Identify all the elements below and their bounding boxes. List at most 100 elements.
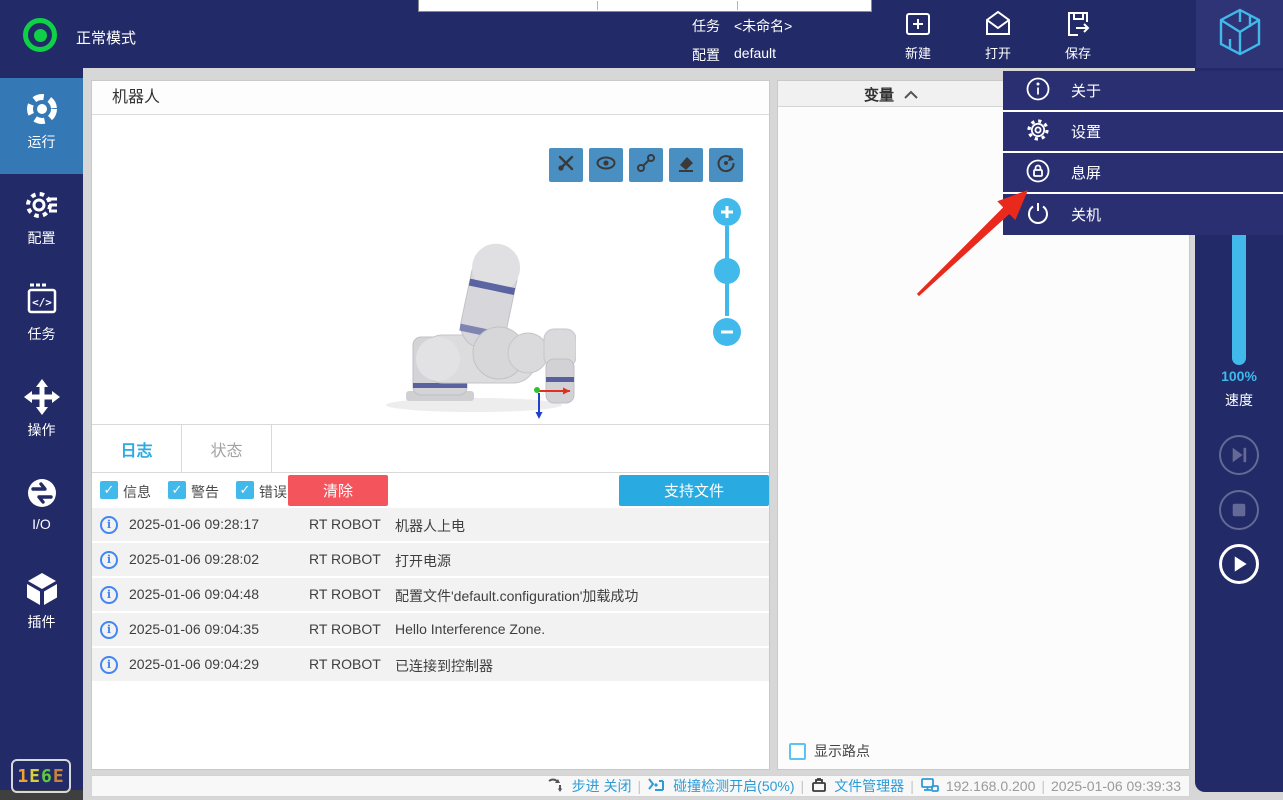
- view-button[interactable]: [589, 148, 623, 182]
- sidebar-item-label: 插件: [0, 612, 83, 632]
- io-icon: [0, 474, 83, 512]
- filter-info-checkbox[interactable]: [100, 481, 118, 499]
- info-log-icon: [100, 516, 118, 534]
- info-log-icon: [100, 621, 118, 639]
- erase-button[interactable]: [669, 148, 703, 182]
- speed-label: 速度: [1195, 390, 1283, 410]
- menu-item-about[interactable]: 关于: [1003, 71, 1283, 112]
- menu-item-settings[interactable]: 设置: [1003, 112, 1283, 153]
- top-clipped-window-edge: [418, 0, 872, 12]
- menu-item-screen-off[interactable]: 息屏: [1003, 153, 1283, 194]
- open-task-label: 打开: [966, 43, 1030, 62]
- new-task-label: 新建: [886, 43, 950, 62]
- zoom-in-button[interactable]: [713, 198, 741, 226]
- info-log-icon: [100, 656, 118, 674]
- new-file-icon: [886, 8, 950, 40]
- open-task-button[interactable]: 打开: [966, 8, 1030, 62]
- sidebar-item-config[interactable]: 配置: [0, 174, 83, 270]
- variables-title-group[interactable]: 变量: [778, 81, 1004, 107]
- show-waypoints-label: 显示路点: [814, 741, 870, 761]
- tools-button[interactable]: [549, 148, 583, 182]
- tools-icon: [556, 153, 576, 178]
- sidebar-item-io[interactable]: I/O: [0, 462, 83, 558]
- play-button[interactable]: [1219, 544, 1259, 584]
- menu-item-label: 关于: [1071, 80, 1101, 101]
- open-file-icon: [966, 8, 1030, 40]
- rotate-reset-icon: [716, 153, 736, 178]
- collision-status-text[interactable]: 碰撞检测开启(50%): [673, 776, 794, 796]
- sidebar-item-task[interactable]: </> 任务: [0, 270, 83, 366]
- badge-char: 6: [41, 766, 53, 787]
- stop-button[interactable]: [1219, 490, 1259, 530]
- app-logo-tile[interactable]: [1196, 0, 1283, 68]
- task-name-value: <未命名>: [734, 16, 792, 36]
- menu-item-label: 息屏: [1071, 162, 1101, 183]
- log-row[interactable]: 2025-01-06 09:28:17 RT ROBOT 机器人上电: [92, 508, 769, 541]
- sidebar-item-plugin[interactable]: 插件: [0, 558, 83, 654]
- save-task-label: 保存: [1046, 43, 1110, 62]
- log-message: 机器人上电: [395, 516, 465, 536]
- log-message: Hello Interference Zone.: [395, 621, 545, 637]
- separator: |: [910, 778, 914, 794]
- tab-status[interactable]: 状态: [182, 425, 272, 472]
- menu-item-label: 关机: [1071, 204, 1101, 225]
- menu-item-label: 设置: [1071, 121, 1101, 142]
- info-log-icon: [100, 586, 118, 604]
- status-code-badge: 1 E 6 E: [11, 759, 71, 793]
- log-row[interactable]: 2025-01-06 09:04:48 RT ROBOT 配置文件'defaul…: [92, 578, 769, 611]
- step-forward-button[interactable]: [1219, 435, 1259, 475]
- ip-address-text: 192.168.0.200: [946, 778, 1036, 794]
- separator: |: [1041, 778, 1045, 794]
- save-file-icon: [1046, 8, 1110, 40]
- filter-error-checkbox[interactable]: [236, 481, 254, 499]
- tab-log[interactable]: 日志: [92, 425, 182, 472]
- reset-view-button[interactable]: [709, 148, 743, 182]
- variables-title: 变量: [864, 84, 894, 105]
- log-filter-row: 信息 警告 错误 清除 支持文件: [92, 473, 769, 508]
- menu-item-shutdown[interactable]: 关机: [1003, 194, 1283, 235]
- step-status-text[interactable]: 步进 关闭: [572, 776, 632, 796]
- config-icon: [0, 186, 83, 224]
- stop-icon: [1221, 515, 1257, 532]
- sidebar-item-label: 操作: [0, 420, 83, 440]
- sidebar-item-label: 运行: [0, 132, 83, 152]
- log-time: 2025-01-06 09:04:48: [129, 586, 259, 602]
- log-time: 2025-01-06 09:28:02: [129, 551, 259, 567]
- status-bar: 步进 关闭 | 碰撞检测开启(50%) | 文件管理器 | 192.168.0.…: [91, 775, 1190, 797]
- log-row[interactable]: 2025-01-06 09:04:35 RT ROBOT Hello Inter…: [92, 613, 769, 646]
- log-row[interactable]: 2025-01-06 09:04:29 RT ROBOT 已连接到控制器: [92, 648, 769, 681]
- log-time: 2025-01-06 09:28:17: [129, 516, 259, 532]
- svg-text:</>: </>: [32, 296, 52, 309]
- run-icon: [0, 90, 83, 128]
- sidebar-item-run[interactable]: 运行: [0, 78, 83, 174]
- new-task-button[interactable]: 新建: [886, 8, 950, 62]
- log-source: RT ROBOT: [309, 586, 381, 602]
- file-manager-link[interactable]: 文件管理器: [834, 776, 904, 796]
- zoom-out-button[interactable]: [713, 318, 741, 346]
- sidebar-item-label: I/O: [0, 516, 83, 532]
- sidebar-item-label: 配置: [0, 228, 83, 248]
- robot-3d-view[interactable]: [386, 241, 576, 424]
- log-row[interactable]: 2025-01-06 09:28:02 RT ROBOT 打开电源: [92, 543, 769, 576]
- mode-label: 正常模式: [76, 27, 136, 48]
- log-time: 2025-01-06 09:04:35: [129, 621, 259, 637]
- support-file-button[interactable]: 支持文件: [619, 475, 769, 506]
- filter-info-label: 信息: [123, 482, 151, 502]
- sidebar-item-operate[interactable]: 操作: [0, 366, 83, 462]
- filter-warning-checkbox[interactable]: [168, 481, 186, 499]
- eye-icon: [596, 153, 616, 178]
- filter-error-label: 错误: [259, 482, 287, 502]
- gear-icon: [1025, 117, 1051, 147]
- path-button[interactable]: [629, 148, 663, 182]
- clear-log-button[interactable]: 清除: [288, 475, 388, 506]
- log-list[interactable]: 2025-01-06 09:28:17 RT ROBOT 机器人上电 2025-…: [92, 508, 769, 769]
- power-icon: [1025, 200, 1051, 230]
- robot-panel-title: 机器人: [92, 81, 769, 115]
- badge-char: 1: [17, 766, 29, 787]
- save-task-button[interactable]: 保存: [1046, 8, 1110, 62]
- path-icon: [636, 153, 656, 178]
- separator: |: [801, 778, 805, 794]
- show-waypoints-checkbox[interactable]: [789, 743, 806, 760]
- zoom-slider-knob[interactable]: [714, 258, 740, 284]
- usb-drive-icon: [810, 777, 828, 796]
